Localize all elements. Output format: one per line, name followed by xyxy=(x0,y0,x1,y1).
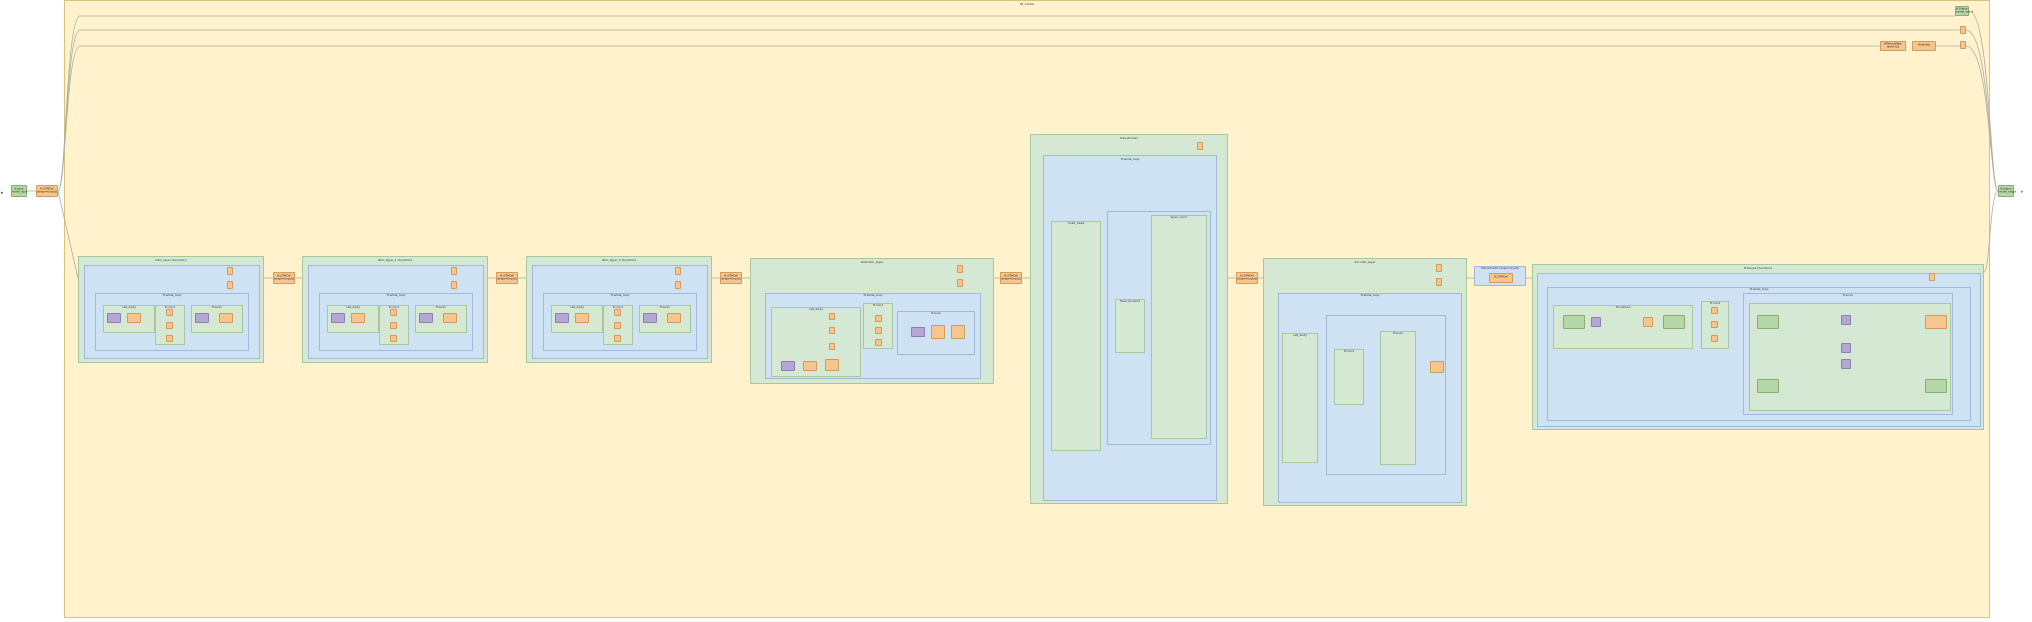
edges xyxy=(27,10,1999,279)
